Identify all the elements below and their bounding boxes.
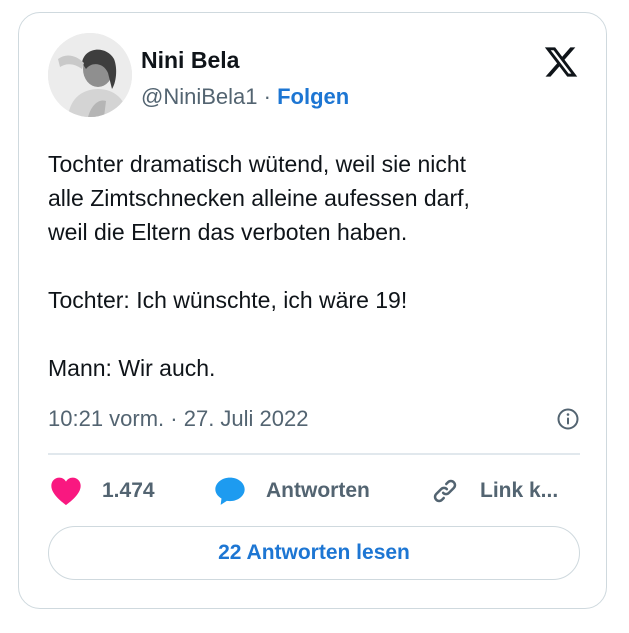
tweet-line: weil die Eltern das verboten haben. [48, 219, 408, 245]
reply-label: Antworten [266, 479, 370, 502]
tweet-meta: 10:21 vorm. · 27. Juli 2022 [48, 402, 580, 436]
separator-dot: · [263, 84, 271, 109]
follow-button[interactable]: Folgen [277, 84, 349, 109]
x-logo-icon[interactable] [543, 44, 579, 80]
reply-button[interactable]: Antworten [214, 469, 370, 513]
divider [48, 453, 580, 455]
author-handle-row: @NiniBela1 · Folgen [141, 83, 349, 111]
info-icon[interactable] [556, 407, 580, 431]
author-name[interactable]: Nini Bela [141, 46, 239, 74]
avatar[interactable] [48, 33, 132, 117]
heart-icon [51, 477, 81, 506]
copy-link-button[interactable]: Link k... [430, 469, 558, 513]
link-icon [433, 479, 457, 503]
like-count: 1.474 [102, 479, 155, 502]
like-button[interactable]: 1.474 [50, 469, 155, 513]
profile-photo-icon [48, 33, 132, 117]
author-handle[interactable]: @NiniBela1 [141, 84, 258, 109]
tweet-line: Mann: Wir auch. [48, 355, 216, 381]
tweet-line: alle Zimtschnecken alleine aufessen darf… [48, 185, 470, 211]
tweet-timestamp[interactable]: 10:21 vorm. · 27. Juli 2022 [48, 406, 308, 431]
read-replies-button[interactable]: 22 Antworten lesen [48, 526, 580, 580]
speech-bubble-icon [215, 477, 245, 505]
copy-link-label: Link k... [480, 479, 559, 502]
tweet-text: Tochter dramatisch wütend, weil sie nich… [48, 147, 588, 385]
tweet-line: Tochter dramatisch wütend, weil sie nich… [48, 151, 467, 177]
action-bar: 1.474 Antworten Link k... [48, 469, 588, 513]
tweet-card: Nini Bela @NiniBela1 · Folgen Tochter dr… [18, 12, 607, 609]
tweet-line: Tochter: Ich wünschte, ich wäre 19! [48, 287, 408, 313]
